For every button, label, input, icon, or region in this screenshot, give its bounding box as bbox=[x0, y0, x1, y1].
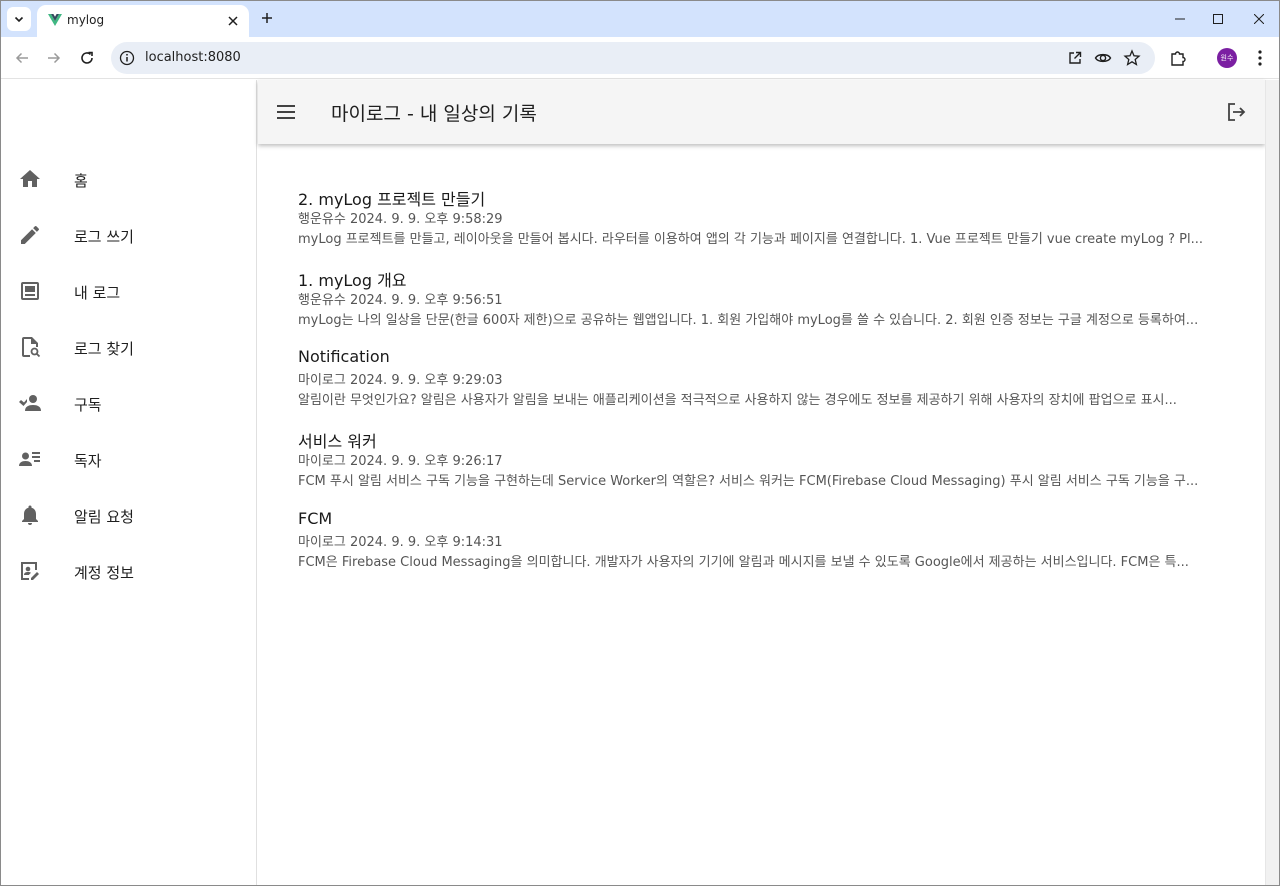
list-item[interactable]: FCM 마이로그 2024. 9. 9. 오후 9:14:31 FCM은 Fir… bbox=[298, 509, 1228, 579]
logout-icon[interactable] bbox=[1224, 100, 1248, 124]
find-document-icon bbox=[22, 337, 41, 358]
post-excerpt: myLog 프로젝트를 만들고, 레이아웃을 만들어 봅시다. 라우터를 이용하… bbox=[298, 232, 1203, 247]
maximize-button[interactable] bbox=[1205, 7, 1231, 31]
post-excerpt: myLog는 나의 일상을 단문(한글 600자 제한)으로 공유하는 웹앱입니… bbox=[298, 313, 1199, 328]
sidebar-item-label: 홈 bbox=[74, 172, 88, 190]
browser-window: mylog localhost:8080 원수 홈 로그 쓰기 내 로그 로그 … bbox=[0, 0, 1280, 886]
people-icon bbox=[19, 395, 41, 411]
vue-logo-icon bbox=[48, 14, 62, 26]
sidebar-item-label: 계정 정보 bbox=[74, 564, 134, 582]
list-item[interactable]: 2. myLog 프로젝트 만들기 행운유수 2024. 9. 9. 오후 9:… bbox=[298, 186, 1228, 256]
tab-strip: mylog bbox=[1, 1, 1279, 37]
sidebar-item-label: 알림 요청 bbox=[74, 508, 134, 526]
post-excerpt: FCM 푸시 알림 서비스 구독 기능을 구현하는데 Service Worke… bbox=[298, 474, 1199, 489]
arrow-right-icon bbox=[48, 52, 61, 64]
extensions-button[interactable] bbox=[1167, 47, 1189, 69]
post-meta: 행운유수 2024. 9. 9. 오후 9:58:29 bbox=[298, 212, 503, 227]
pencil-icon bbox=[21, 225, 40, 244]
sidebar-item-label: 로그 쓰기 bbox=[74, 228, 134, 246]
window-close-button[interactable] bbox=[1246, 7, 1272, 31]
arrow-left-icon bbox=[15, 52, 28, 64]
post-meta: 행운유수 2024. 9. 9. 오후 9:56:51 bbox=[298, 293, 503, 308]
post-title[interactable]: Notification bbox=[298, 347, 390, 366]
plus-icon bbox=[262, 13, 272, 23]
profile-avatar[interactable]: 원수 bbox=[1217, 48, 1237, 68]
sidebar-item-label: 구독 bbox=[74, 396, 102, 414]
post-title[interactable]: FCM bbox=[298, 509, 332, 528]
sidebar-item-label: 로그 찾기 bbox=[74, 340, 134, 358]
edit-account-icon bbox=[21, 562, 39, 580]
close-icon bbox=[228, 16, 238, 26]
home-icon bbox=[20, 170, 40, 187]
forward-button[interactable] bbox=[42, 46, 66, 70]
post-meta: 마이로그 2024. 9. 9. 오후 9:14:31 bbox=[298, 535, 503, 550]
post-title[interactable]: 2. myLog 프로젝트 만들기 bbox=[298, 186, 485, 210]
sidebar-item-write-log[interactable]: 로그 쓰기 bbox=[1, 211, 257, 259]
minimize-icon bbox=[1175, 18, 1185, 20]
view-button[interactable] bbox=[1094, 49, 1112, 67]
reload-icon bbox=[81, 51, 93, 64]
post-excerpt: FCM은 Firebase Cloud Messaging을 의미합니다. 개발… bbox=[298, 555, 1189, 570]
bell-icon bbox=[22, 505, 38, 525]
star-icon bbox=[1123, 49, 1141, 66]
page-title: 마이로그 - 내 일상의 기록 bbox=[331, 103, 537, 125]
address-bar[interactable]: localhost:8080 bbox=[111, 42, 1155, 74]
new-tab-button[interactable] bbox=[257, 8, 277, 28]
tab-title: mylog bbox=[67, 13, 105, 27]
post-title[interactable]: 1. myLog 개요 bbox=[298, 267, 407, 291]
sidebar-item-find-log[interactable]: 로그 찾기 bbox=[1, 323, 257, 371]
browser-toolbar: localhost:8080 원수 bbox=[1, 37, 1279, 79]
reload-button[interactable] bbox=[75, 46, 99, 70]
sidebar-item-notification-request[interactable]: 알림 요청 bbox=[1, 491, 257, 539]
app-root: 홈 로그 쓰기 내 로그 로그 찾기 구독 독자 알림 요청 계정 정보 마이로… bbox=[1, 80, 1265, 885]
post-meta: 마이로그 2024. 9. 9. 오후 9:26:17 bbox=[298, 454, 503, 469]
browser-menu-button[interactable] bbox=[1249, 47, 1271, 69]
sidebar-item-label: 독자 bbox=[74, 452, 102, 470]
sidebar-item-home[interactable]: 홈 bbox=[1, 155, 257, 203]
close-icon bbox=[1254, 14, 1264, 24]
scrollbar[interactable] bbox=[1265, 80, 1279, 885]
sidebar-item-label: 내 로그 bbox=[74, 284, 121, 302]
post-excerpt: 알림이란 무엇인가요? 알림은 사용자가 알림을 보내는 애플리케이션을 적극적… bbox=[298, 393, 1177, 408]
menu-icon[interactable] bbox=[274, 100, 298, 124]
document-icon bbox=[21, 282, 39, 300]
tab-close-button[interactable] bbox=[223, 11, 243, 31]
info-icon[interactable] bbox=[119, 50, 135, 66]
sidebar-item-my-log[interactable]: 내 로그 bbox=[1, 267, 257, 315]
reader-list-icon bbox=[19, 452, 40, 466]
post-meta: 마이로그 2024. 9. 9. 오후 9:29:03 bbox=[298, 373, 503, 388]
puzzle-icon bbox=[1171, 51, 1186, 66]
eye-icon bbox=[1094, 53, 1112, 63]
tab-search-button[interactable] bbox=[7, 7, 31, 31]
sidebar-item-readers[interactable]: 독자 bbox=[1, 435, 257, 483]
chevron-down-icon bbox=[14, 16, 24, 23]
open-in-app-button[interactable] bbox=[1066, 49, 1084, 67]
minimize-button[interactable] bbox=[1167, 7, 1193, 31]
post-title[interactable]: 서비스 워커 bbox=[298, 428, 377, 452]
browser-tab[interactable]: mylog bbox=[37, 5, 249, 37]
app-bar: 마이로그 - 내 일상의 기록 bbox=[258, 80, 1265, 144]
navigation-drawer: 홈 로그 쓰기 내 로그 로그 찾기 구독 독자 알림 요청 계정 정보 bbox=[1, 80, 257, 885]
bookmark-button[interactable] bbox=[1123, 49, 1141, 67]
list-item[interactable]: Notification 마이로그 2024. 9. 9. 오후 9:29:03… bbox=[298, 347, 1228, 417]
more-vertical-icon bbox=[1258, 50, 1262, 66]
maximize-icon bbox=[1213, 14, 1223, 24]
list-item[interactable]: 서비스 워커 마이로그 2024. 9. 9. 오후 9:26:17 FCM 푸… bbox=[298, 428, 1228, 498]
sidebar-item-subscribe[interactable]: 구독 bbox=[1, 379, 257, 427]
external-link-icon bbox=[1069, 51, 1082, 64]
back-button[interactable] bbox=[10, 46, 34, 70]
sidebar-item-account-info[interactable]: 계정 정보 bbox=[1, 547, 257, 595]
list-item[interactable]: 1. myLog 개요 행운유수 2024. 9. 9. 오후 9:56:51 … bbox=[298, 267, 1228, 337]
url-text[interactable]: localhost:8080 bbox=[145, 50, 241, 65]
